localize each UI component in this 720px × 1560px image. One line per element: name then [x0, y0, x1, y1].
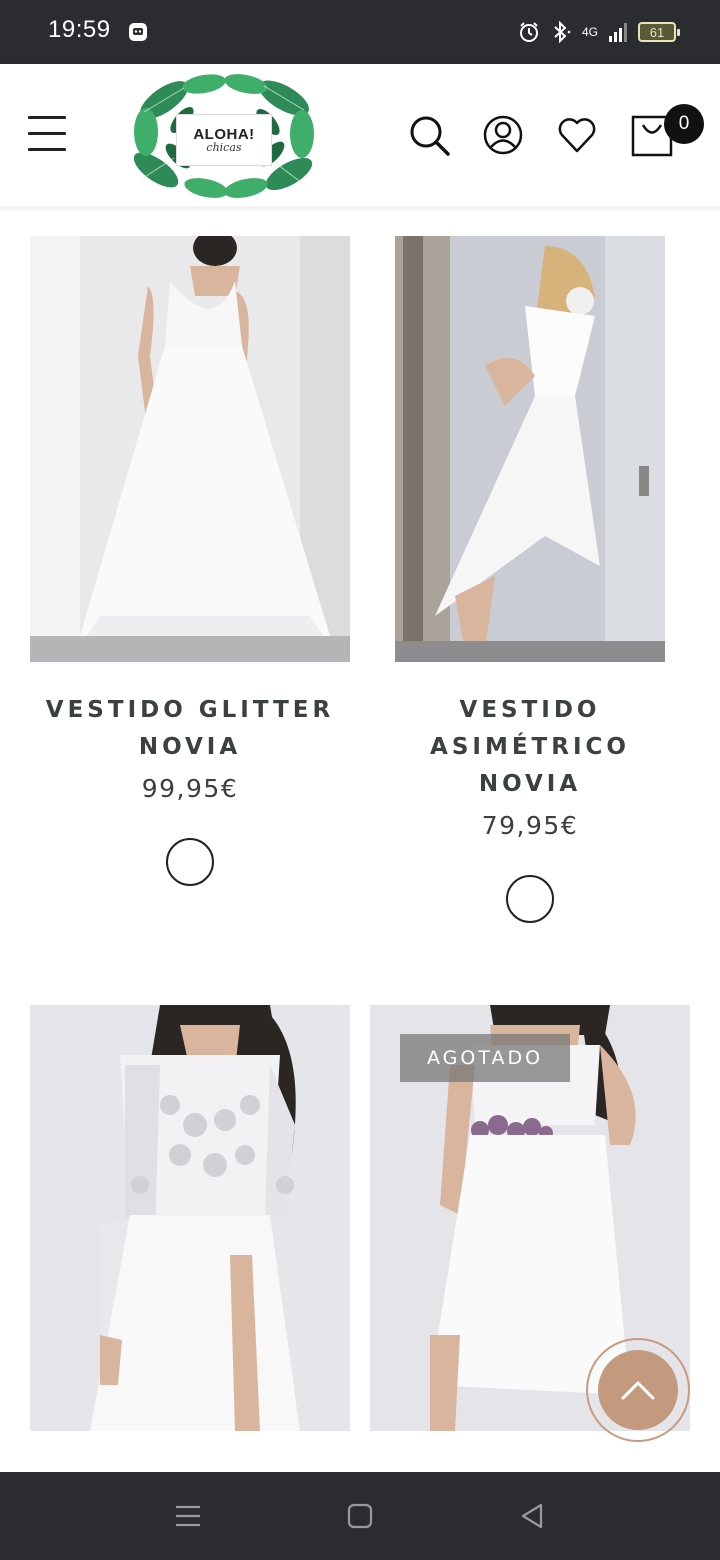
menu-icon-bar [28, 132, 66, 135]
page: 19:59 4G 61 ALOHA! chicas 0 VESTIDO GLIT… [0, 0, 720, 1560]
account-icon[interactable] [482, 114, 524, 156]
menu-button[interactable] [28, 116, 68, 152]
nav-home-icon[interactable] [346, 1502, 374, 1530]
product-title[interactable]: VESTIDO ASIMÉTRICO NOVIA [370, 692, 690, 803]
product-title-line: VESTIDO [459, 697, 601, 723]
battery-indicator: 61 [638, 22, 680, 42]
bluetooth-icon [554, 21, 571, 43]
logo-subtitle: chicas [206, 141, 242, 154]
menu-icon-bar [28, 148, 66, 151]
product-title-line: NOVIA [138, 734, 242, 760]
dress-photo [30, 236, 350, 662]
status-time: 19:59 [48, 16, 111, 43]
search-icon[interactable] [408, 114, 450, 156]
cart-count-badge[interactable]: 0 [664, 104, 704, 144]
product-title-line: NOVIA [478, 771, 582, 797]
logo-text-box: ALOHA! chicas [176, 114, 272, 166]
product-price: 99,95€ [141, 774, 239, 803]
menu-icon [28, 116, 66, 119]
color-swatch[interactable] [506, 875, 554, 923]
product-image[interactable] [30, 1005, 350, 1431]
scroll-top-button[interactable] [586, 1338, 690, 1442]
signal-icon [609, 23, 627, 42]
product-price: 79,95€ [481, 811, 579, 840]
product-title-line: VESTIDO GLITTER [45, 697, 335, 723]
nav-menu-icon[interactable] [174, 1502, 202, 1530]
site-header: ALOHA! chicas [0, 64, 720, 206]
product-title[interactable]: VESTIDO GLITTER NOVIA [20, 692, 360, 766]
scroll-top-inner [598, 1350, 678, 1430]
product-image[interactable] [395, 236, 665, 662]
sold-out-badge: AGOTADO [400, 1034, 570, 1082]
status-icons: 4G 61 [518, 18, 680, 46]
arrow-up-icon [621, 1381, 655, 1400]
alarm-icon [519, 22, 538, 42]
network-type: 4G [581, 25, 598, 39]
product-image[interactable] [30, 236, 350, 662]
product-title-line: ASIMÉTRICO [430, 734, 630, 760]
site-logo[interactable]: ALOHA! chicas [133, 70, 314, 202]
dress-photo [30, 1005, 350, 1431]
heart-icon[interactable] [556, 114, 598, 156]
system-nav-bar [0, 1472, 720, 1560]
notification-icon [129, 23, 147, 41]
color-swatch[interactable] [166, 838, 214, 886]
dress-photo [395, 236, 665, 662]
status-bar: 19:59 4G 61 [0, 0, 720, 64]
nav-back-icon[interactable] [518, 1502, 546, 1530]
